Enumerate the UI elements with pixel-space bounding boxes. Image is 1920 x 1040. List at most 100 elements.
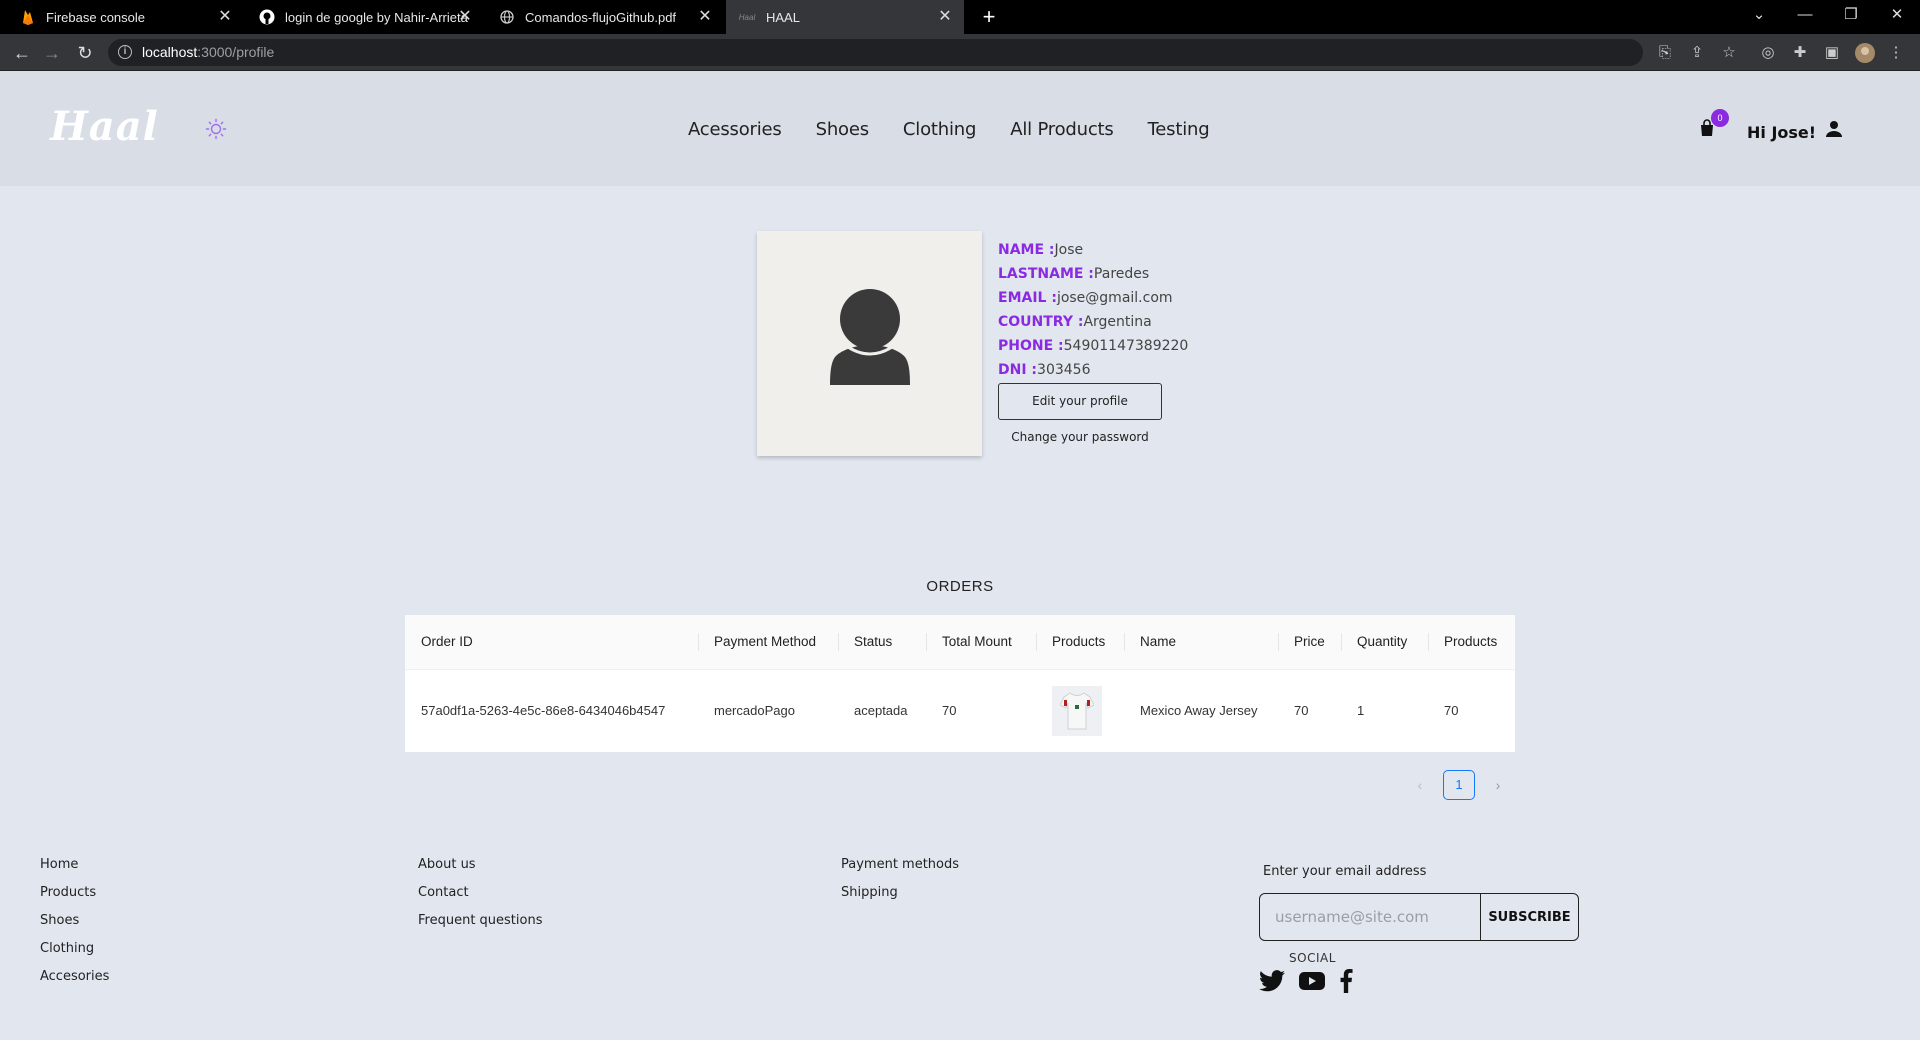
globe-icon <box>499 9 515 25</box>
lastname-value: Paredes <box>1093 266 1150 282</box>
close-window-button[interactable]: ✕ <box>1874 0 1920 30</box>
youtube-icon[interactable] <box>1299 971 1325 991</box>
default-user-avatar-icon <box>830 289 910 385</box>
nav-accessories[interactable]: Acessories <box>688 119 782 140</box>
footer-column-payments: Payment methods Shipping <box>841 856 959 912</box>
name-value: Jose <box>1054 242 1084 258</box>
country-value: Argentina <box>1083 314 1152 330</box>
footer-link-clothing[interactable]: Clothing <box>40 940 109 968</box>
site-logo[interactable]: Haal <box>50 103 159 150</box>
footer-link-products[interactable]: Products <box>40 884 109 912</box>
site-header: Haal Acessories Shoes Clothing All Produ… <box>0 71 1920 186</box>
twitter-icon[interactable] <box>1259 970 1285 992</box>
email-value: jose@gmail.com <box>1056 290 1173 306</box>
cart-count-badge: 0 <box>1711 109 1729 127</box>
forward-icon[interactable]: → <box>40 41 64 65</box>
column-header: Name <box>1124 615 1278 670</box>
theme-toggle-sun-icon[interactable] <box>205 118 227 140</box>
profile-avatar <box>757 231 982 456</box>
restore-button[interactable]: ❐ <box>1828 0 1874 30</box>
user-account-icon[interactable] <box>1825 120 1843 138</box>
side-panel-icon[interactable]: ▣ <box>1822 43 1842 63</box>
subscribe-email-input[interactable] <box>1260 894 1480 940</box>
new-tab-button[interactable]: + <box>976 4 1002 30</box>
footer-link-home[interactable]: Home <box>40 856 109 884</box>
name-label: NAME : <box>998 242 1055 258</box>
subscribe-label: Enter your email address <box>1263 864 1427 879</box>
orders-table: Order ID Payment Method Status Total Mou… <box>405 615 1515 752</box>
subscribe-form: SUBSCRIBE <box>1259 893 1579 941</box>
pagination-page[interactable]: 1 <box>1443 770 1475 800</box>
footer-link-faq[interactable]: Frequent questions <box>418 912 542 940</box>
share-icon[interactable]: ⇪ <box>1687 43 1707 63</box>
profile-country-row: COUNTRY :Argentina <box>998 310 1188 334</box>
social-links <box>1259 969 1353 993</box>
footer-column-info: About us Contact Frequent questions <box>418 856 542 940</box>
dni-value: 303456 <box>1037 362 1091 378</box>
profile-avatar-icon[interactable] <box>1855 43 1875 63</box>
browser-menu-icon[interactable]: ⋮ <box>1886 43 1906 63</box>
column-header: Status <box>838 615 926 670</box>
phone-label: PHONE : <box>998 338 1064 354</box>
address-bar[interactable]: i localhost:3000/profile <box>108 39 1643 66</box>
table-row: 57a0df1a-5263-4e5c-86e8-6434046b4547 mer… <box>405 669 1515 752</box>
browser-tab[interactable]: login de google by Nahir-Arrieta ✕ <box>244 0 484 34</box>
products-cell: 70 <box>1444 703 1459 719</box>
jersey-image <box>1060 692 1094 730</box>
change-password-link[interactable]: Change your password <box>998 430 1162 444</box>
bookmark-star-icon[interactable]: ☆ <box>1719 43 1739 63</box>
tab-search-icon[interactable]: ⌄ <box>1736 0 1782 30</box>
email-label: EMAIL : <box>998 290 1057 306</box>
minimize-button[interactable]: — <box>1782 0 1828 30</box>
lastname-label: LASTNAME : <box>998 266 1094 282</box>
subscribe-button[interactable]: SUBSCRIBE <box>1480 894 1578 940</box>
footer-link-shipping[interactable]: Shipping <box>841 884 959 912</box>
extension-circle-icon[interactable]: ◎ <box>1758 43 1778 63</box>
column-header: Quantity <box>1341 615 1428 670</box>
browser-tab[interactable]: Comandos-flujoGithub.pdf ✕ <box>484 0 724 34</box>
table-header-row: Order ID Payment Method Status Total Mou… <box>405 615 1515 670</box>
column-header: Payment Method <box>698 615 838 670</box>
close-tab-icon[interactable]: ✕ <box>456 8 474 26</box>
browser-tab[interactable]: Firebase console ✕ <box>0 0 244 34</box>
column-header: Order ID <box>405 615 698 670</box>
site-info-icon[interactable]: i <box>118 45 132 59</box>
browser-toolbar: ← → ↻ i localhost:3000/profile ⎘ ⇪ ☆ ◎ ✚… <box>0 34 1920 71</box>
orders-title: ORDERS <box>926 578 994 595</box>
status-cell: aceptada <box>854 703 908 719</box>
tab-title: Comandos-flujoGithub.pdf <box>525 9 677 25</box>
nav-shoes[interactable]: Shoes <box>816 119 870 140</box>
extensions-puzzle-icon[interactable]: ✚ <box>1790 43 1810 63</box>
footer-link-shoes[interactable]: Shoes <box>40 912 109 940</box>
close-tab-icon[interactable]: ✕ <box>696 8 714 26</box>
browser-tab-active[interactable]: Haal HAAL ✕ <box>726 0 964 34</box>
tab-title: Firebase console <box>46 9 145 25</box>
user-greeting: Hi Jose! <box>1747 123 1817 142</box>
back-icon[interactable]: ← <box>10 41 34 65</box>
nav-clothing[interactable]: Clothing <box>903 119 976 140</box>
order-id-cell: 57a0df1a-5263-4e5c-86e8-6434046b4547 <box>421 703 666 719</box>
product-name-cell: Mexico Away Jersey <box>1140 703 1258 719</box>
translate-icon[interactable]: ⎘ <box>1655 43 1675 63</box>
tab-title: login de google by Nahir-Arrieta <box>285 9 468 25</box>
haal-favicon: Haal <box>738 12 756 22</box>
footer-link-accesories[interactable]: Accesories <box>40 968 109 996</box>
main-nav: Acessories Shoes Clothing All Products T… <box>688 119 1243 140</box>
nav-testing[interactable]: Testing <box>1148 119 1210 140</box>
profile-phone-row: PHONE :54901147389220 <box>998 334 1188 358</box>
reload-icon[interactable]: ↻ <box>73 41 97 65</box>
nav-all-products[interactable]: All Products <box>1010 119 1114 140</box>
close-tab-icon[interactable]: ✕ <box>216 8 234 26</box>
footer-link-payment-methods[interactable]: Payment methods <box>841 856 959 884</box>
profile-dni-row: DNI :303456 <box>998 358 1188 382</box>
footer-link-contact[interactable]: Contact <box>418 884 542 912</box>
close-tab-icon[interactable]: ✕ <box>936 8 954 26</box>
payment-method-cell: mercadoPago <box>714 703 795 719</box>
edit-profile-button[interactable]: Edit your profile <box>998 383 1162 420</box>
product-thumbnail-cell <box>1036 669 1124 752</box>
profile-details: NAME :Jose LASTNAME :Paredes EMAIL :jose… <box>998 238 1188 382</box>
pagination-next-icon[interactable]: › <box>1488 770 1508 800</box>
facebook-icon[interactable] <box>1339 969 1353 993</box>
pagination-prev-icon[interactable]: ‹ <box>1410 770 1430 800</box>
footer-link-about[interactable]: About us <box>418 856 542 884</box>
